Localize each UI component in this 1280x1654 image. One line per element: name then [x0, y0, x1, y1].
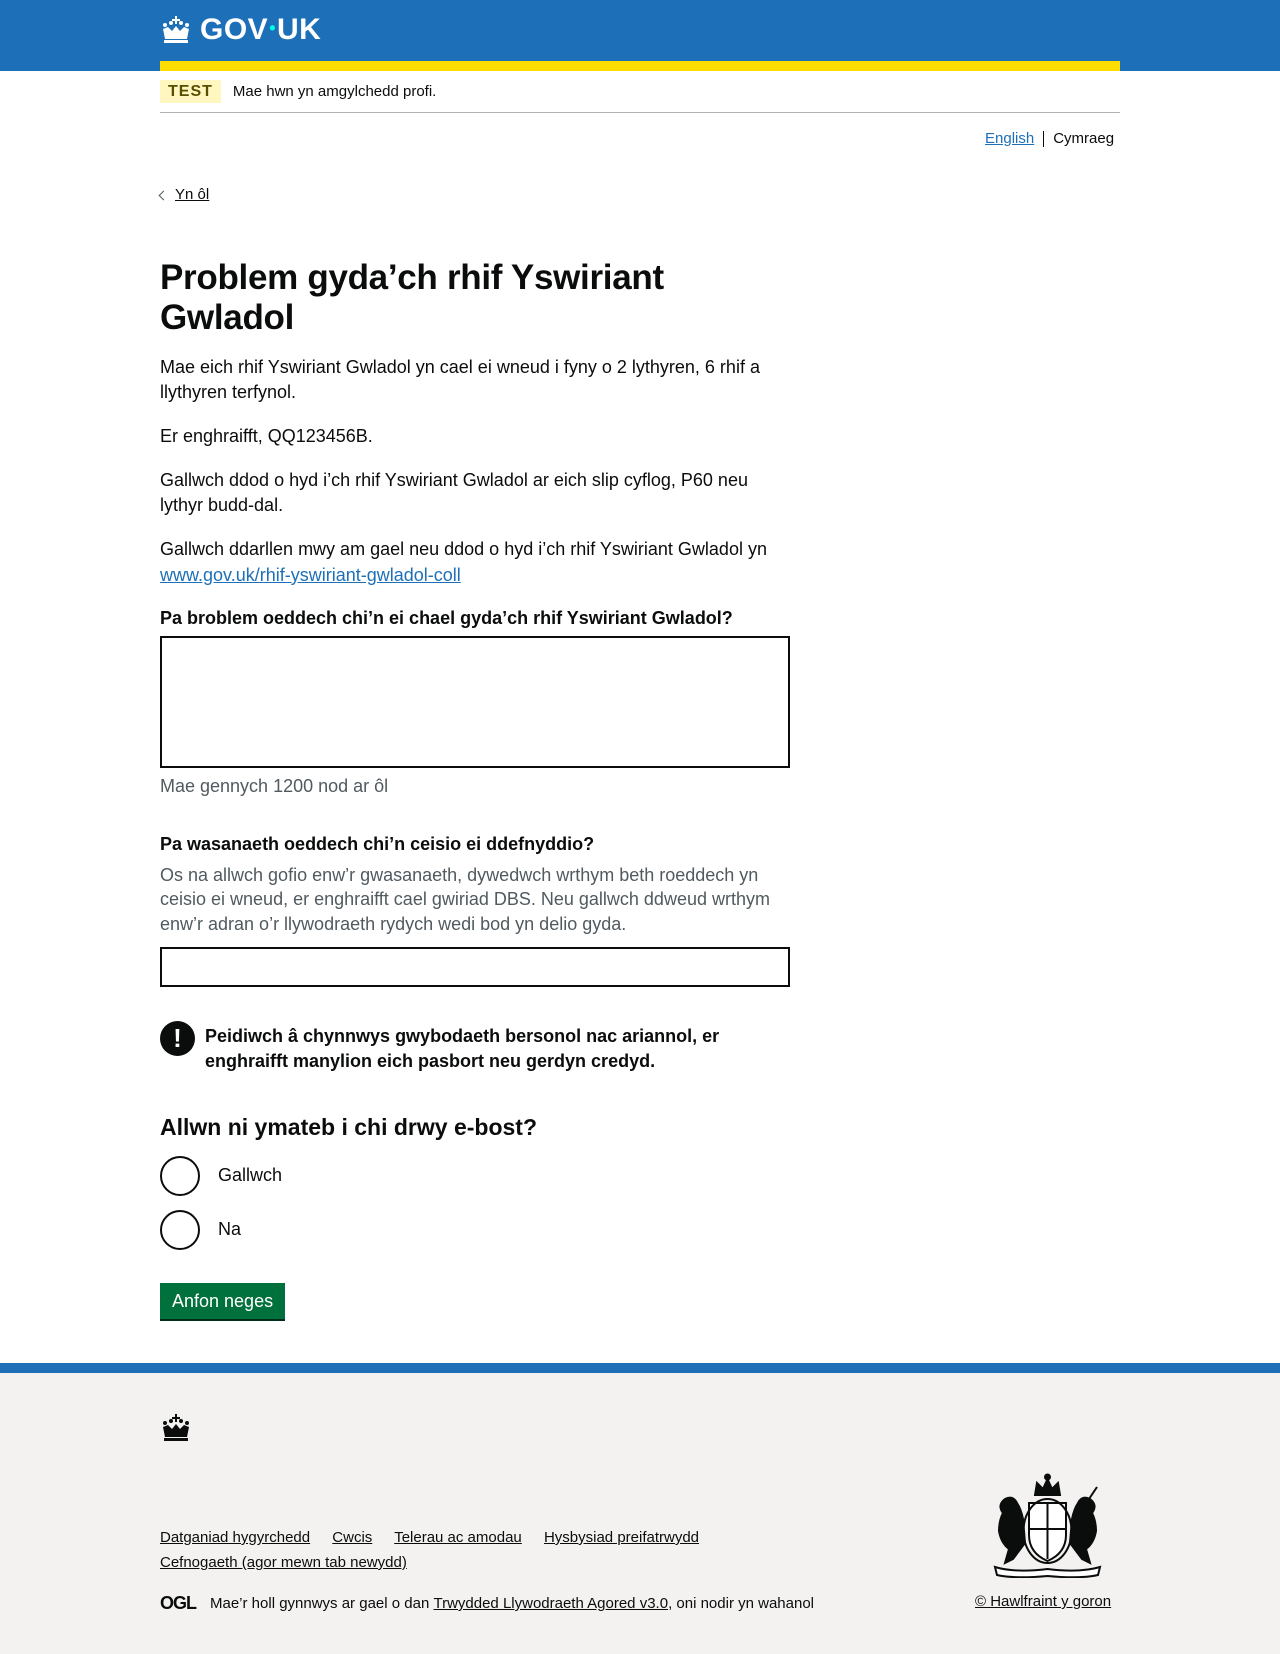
- more-info-link[interactable]: www.gov.uk/rhif-yswiriant-gwladol-coll: [160, 565, 461, 585]
- phase-banner: TEST Mae hwn yn amgylchedd profi.: [160, 71, 1120, 113]
- phase-banner-text: Mae hwn yn amgylchedd profi.: [232, 83, 437, 100]
- chevron-left-icon: [158, 190, 169, 200]
- service-field-label: Pa wasanaeth oeddech chi’n ceisio ei dde…: [160, 834, 595, 855]
- site-header: GOV • UK: [0, 0, 1280, 71]
- crown-icon: [163, 16, 189, 43]
- copyright-link[interactable]: © Hawlfraint y goron: [975, 1593, 1111, 1610]
- radio-no-label[interactable]: Na: [218, 1219, 241, 1240]
- intro-paragraph-1: Mae eich rhif Yswiriant Gwladol yn cael …: [160, 356, 760, 402]
- royal-coat-of-arms-icon: [993, 1473, 1102, 1578]
- main-content: Problem gyda’ch rhif Yswiriant Gwladol M…: [160, 258, 790, 1319]
- intro-paragraph-4: Gallwch ddarllen mwy am gael neu ddod o …: [160, 537, 790, 587]
- intro-paragraph-3: Gallwch ddod o hyd i’ch rhif Yswiriant G…: [160, 470, 748, 516]
- copyright: © Hawlfraint y goron: [975, 1593, 1111, 1610]
- service-input[interactable]: [160, 947, 790, 988]
- footer-link-terms[interactable]: Telerau ac amodau: [394, 1529, 522, 1546]
- site-footer: Datganiad hygyrchedd Cwcis Telerau ac am…: [0, 1363, 1280, 1654]
- warning-icon: !: [160, 1021, 195, 1057]
- send-message-button[interactable]: Anfon neges: [160, 1282, 286, 1319]
- licence-statement: OGL Mae’r holl gynnwys ar gael o dan Trw…: [160, 1593, 814, 1614]
- phase-tag: TEST: [160, 80, 221, 103]
- reply-question-heading: Allwn ni ymateb i chi drwy e-bost?: [160, 1113, 537, 1140]
- intro-paragraph-2: Er enghraifft, QQ123456B.: [160, 425, 373, 446]
- page-title: Problem gyda’ch rhif Yswiriant Gwladol: [160, 258, 664, 338]
- language-english-link[interactable]: English: [985, 130, 1034, 147]
- radio-no-circle[interactable]: [160, 1209, 200, 1250]
- radio-option-no[interactable]: Na: [160, 1209, 790, 1251]
- warning-text: ! Peidiwch â chynnwys gwybodaeth bersono…: [160, 1021, 790, 1074]
- header-yellow-bar: [160, 61, 1120, 71]
- footer-link-accessibility[interactable]: Datganiad hygyrchedd: [160, 1529, 310, 1546]
- back-link[interactable]: Yn ôl: [158, 186, 210, 203]
- radio-yes-circle[interactable]: [160, 1155, 200, 1196]
- problem-field-label: Pa broblem oeddech chi’n ei chael gyda’c…: [160, 607, 733, 628]
- logo-text-uk: UK: [277, 13, 322, 46]
- footer-links: Datganiad hygyrchedd Cwcis Telerau ac am…: [160, 1525, 780, 1575]
- warning-message: Peidiwch â chynnwys gwybodaeth bersonol …: [205, 1026, 720, 1071]
- header-container: GOV • UK: [160, 0, 1120, 71]
- ogl-logo-icon: OGL: [160, 1593, 197, 1613]
- licence-link[interactable]: Trwydded Llywodraeth Agored v3.0: [433, 1595, 668, 1612]
- logo-dot: •: [269, 17, 276, 38]
- govuk-logo-link[interactable]: GOV • UK: [160, 12, 321, 48]
- language-separator: [1043, 130, 1045, 147]
- language-toggle: English Cymraeg: [985, 130, 1114, 147]
- back-link-label: Yn ôl: [175, 186, 210, 203]
- character-count: Mae gennych 1200 nod ar ôl: [160, 776, 389, 797]
- logo-text-gov: GOV: [200, 13, 269, 46]
- crown-icon: [163, 1414, 189, 1441]
- licence-suffix: , oni nodir yn wahanol: [668, 1595, 814, 1612]
- language-current-welsh: Cymraeg: [1053, 130, 1115, 147]
- footer-link-privacy[interactable]: Hysbysiad preifatrwydd: [544, 1529, 699, 1546]
- more-info-text: Gallwch ddarllen mwy am gael neu ddod o …: [160, 539, 767, 560]
- footer-link-support[interactable]: Cefnogaeth (agor mewn tab newydd): [160, 1554, 407, 1571]
- radio-yes-label[interactable]: Gallwch: [218, 1165, 282, 1186]
- service-field-hint: Os na allwch gofio enw’r gwasanaeth, dyw…: [160, 864, 770, 935]
- licence-prefix: Mae’r holl gynnwys ar gael o dan: [210, 1595, 430, 1612]
- problem-textarea[interactable]: [160, 636, 790, 769]
- radio-option-yes[interactable]: Gallwch: [160, 1155, 790, 1197]
- footer-link-cookies[interactable]: Cwcis: [332, 1529, 372, 1546]
